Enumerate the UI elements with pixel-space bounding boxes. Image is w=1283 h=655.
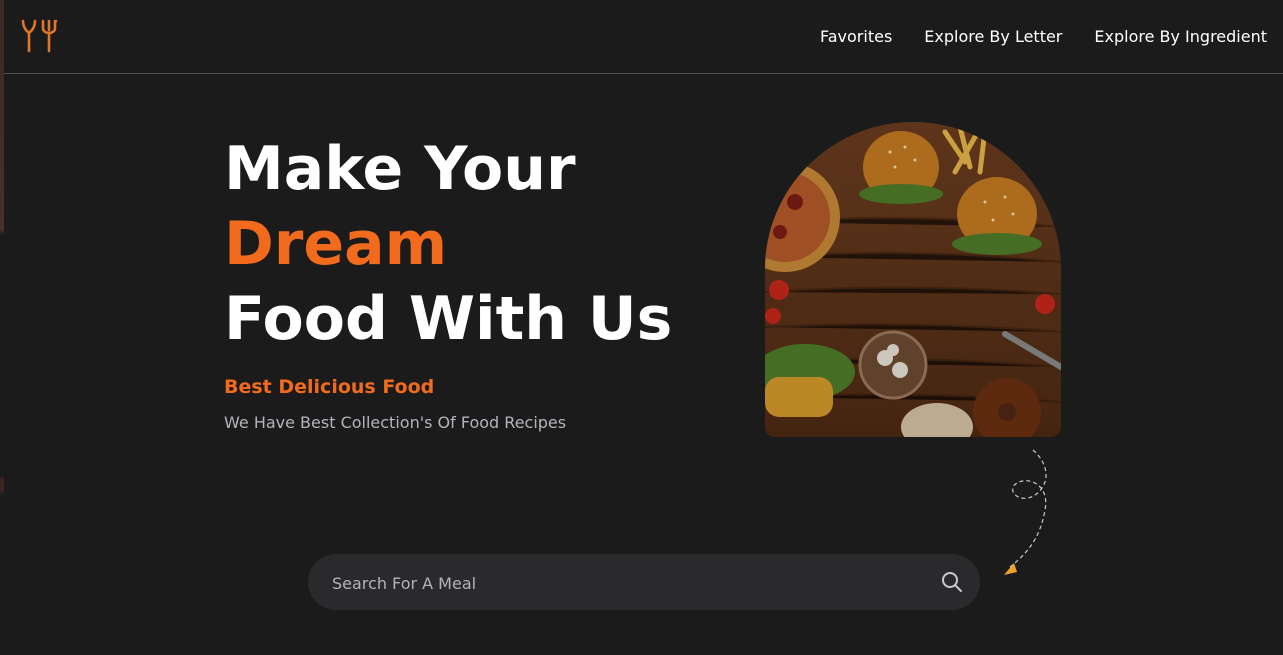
hero-title-line-2: Dream (224, 209, 448, 279)
dashed-arrow-icon (995, 445, 1065, 585)
nav-explore-by-letter[interactable]: Explore By Letter (924, 24, 1062, 50)
hero-title-line-3: Food With Us (224, 284, 673, 354)
nav-explore-by-ingredient[interactable]: Explore By Ingredient (1094, 24, 1267, 50)
search-bar (308, 554, 980, 612)
main-nav: Favorites Explore By Letter Explore By I… (820, 24, 1267, 50)
site-header: Favorites Explore By Letter Explore By I… (4, 0, 1283, 74)
hero-description: We Have Best Collection's Of Food Recipe… (224, 413, 567, 432)
hero-title: Make Your Dream Food With Us (224, 132, 672, 357)
left-edge-strip (0, 0, 4, 655)
hero-title-line-1: Make Your (224, 134, 576, 204)
nav-favorites[interactable]: Favorites (820, 24, 892, 50)
food-hero-image (765, 122, 1061, 437)
search-icon[interactable] (940, 570, 964, 594)
search-input[interactable] (330, 554, 924, 612)
logo-icon[interactable] (20, 18, 62, 54)
hero-subtitle: Best Delicious Food (224, 376, 435, 398)
page: Favorites Explore By Letter Explore By I… (0, 0, 1283, 655)
